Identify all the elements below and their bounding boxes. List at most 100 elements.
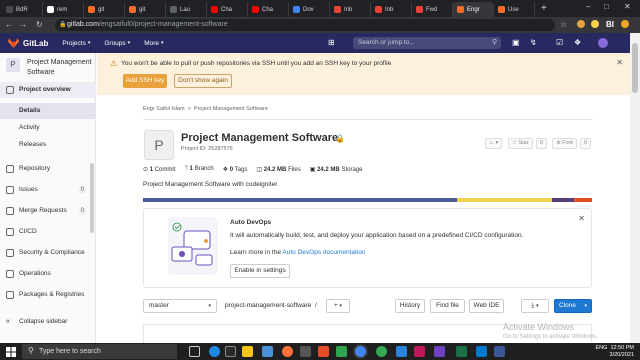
merge-request-icon[interactable]: ↯ (530, 38, 537, 47)
notification-bell-button[interactable]: ♨ ▾ (485, 138, 503, 149)
app-icon[interactable] (318, 346, 329, 357)
breadcrumb-owner[interactable]: Engr Saiful Islam (143, 106, 185, 112)
new-tab-button[interactable]: + (535, 2, 553, 17)
gitlab-logo-icon[interactable] (8, 38, 19, 48)
close-icon[interactable]: ✕ (578, 214, 585, 223)
app-icon[interactable] (262, 346, 273, 357)
app-icon[interactable] (434, 346, 445, 357)
download-dropdown[interactable]: ⤓ ▾ (521, 299, 549, 313)
language-bar-segment[interactable] (143, 198, 458, 202)
collapse-sidebar-button[interactable]: « Collapse sidebar (0, 314, 96, 330)
sidebar-project-name[interactable]: Project Management Software (27, 58, 93, 78)
sidebar-item-activity[interactable]: Activity (0, 120, 96, 136)
app-icon[interactable] (494, 346, 505, 357)
clone-button[interactable]: Clone ▾ (554, 299, 592, 313)
tags-stat[interactable]: ❖ 0 Tags (223, 166, 248, 173)
project-avatar[interactable]: P (6, 58, 20, 72)
edge-icon[interactable] (209, 346, 220, 357)
app-icon[interactable] (414, 346, 425, 357)
bi-extension-icon[interactable]: BI (606, 20, 614, 29)
user-avatar[interactable] (598, 38, 608, 48)
gitlab-search-input[interactable]: Search or jump to... (353, 37, 501, 49)
issues-icon[interactable]: ▣ (512, 38, 520, 47)
fork-count[interactable]: 0 (580, 138, 592, 149)
excel-icon[interactable] (456, 346, 467, 357)
reload-icon[interactable]: ↻ (36, 20, 43, 29)
commits-stat[interactable]: ⊙ 1 Commit (143, 166, 175, 173)
minimize-icon[interactable]: – (586, 2, 590, 11)
app-icon[interactable] (376, 346, 387, 357)
sidebar-item-operations[interactable]: Operations (0, 266, 96, 282)
branches-stat[interactable]: ᛉ 1 Branch (184, 166, 213, 173)
todo-icon[interactable]: ☑ (556, 38, 563, 47)
sidebar-item-project-overview[interactable]: Project overview (0, 82, 96, 98)
browser-tab[interactable]: Inb (330, 2, 371, 17)
browser-tab[interactable]: rem (43, 2, 84, 17)
star-count[interactable]: 0 (536, 138, 548, 149)
close-window-icon[interactable]: ✕ (624, 2, 631, 11)
enable-in-settings-button[interactable]: Enable in settings (230, 264, 290, 278)
files-stat[interactable]: ◫ 24.2 MB Files (256, 166, 300, 173)
dont-show-again-button[interactable]: Don't show again (174, 74, 232, 88)
language-bar-segment[interactable] (574, 198, 592, 202)
back-icon[interactable]: ← (5, 20, 13, 29)
history-button[interactable]: History (395, 299, 425, 313)
forward-icon[interactable]: → (19, 20, 27, 29)
browser-tab[interactable]: git (125, 2, 166, 17)
browser-tab[interactable]: Lau (166, 2, 207, 17)
system-tray[interactable]: ENG 12:50 PM 3/20/2021 (595, 345, 634, 359)
task-view-icon[interactable] (189, 346, 200, 357)
star-button[interactable]: ☆ Star (508, 138, 533, 149)
browser-tab[interactable]: Inb (371, 2, 412, 17)
storage-stat[interactable]: ▣ 24.2 MB Storage (310, 166, 363, 173)
sidebar-item-packages-registries[interactable]: Packages & Registries (0, 287, 96, 303)
sidebar-item-issues[interactable]: Issues 0 (0, 182, 96, 198)
profile-avatar-icon[interactable] (621, 20, 629, 28)
sidebar-item-repository[interactable]: Repository (0, 161, 96, 177)
branch-selector[interactable]: master ▾ (143, 299, 217, 313)
fork-button[interactable]: ⋔ Fork (552, 138, 578, 149)
nav-projects[interactable]: Projects (62, 40, 85, 47)
auto-devops-docs-link[interactable]: Auto DevOps documentation (282, 249, 365, 256)
browser-tab[interactable]: Engr (453, 2, 494, 17)
vscode-icon[interactable] (476, 346, 487, 357)
gitlab-brand[interactable]: GitLab (23, 39, 48, 48)
close-icon[interactable]: ✕ (616, 58, 623, 67)
nav-groups[interactable]: Groups (104, 40, 125, 47)
sidebar-item-ci-cd[interactable]: CI/CD (0, 224, 96, 240)
add-to-tree-dropdown[interactable]: + ▾ (326, 299, 350, 313)
sidebar-item-security-compliance[interactable]: Security & Compliance (0, 245, 96, 261)
windows-start-icon[interactable] (6, 347, 16, 357)
chrome-icon[interactable] (355, 346, 366, 357)
sidebar-item-merge-requests[interactable]: Merge Requests 0 (0, 203, 96, 219)
extension-icon[interactable] (577, 20, 585, 28)
web-ide-button[interactable]: Web IDE (469, 299, 504, 313)
sidebar-item-releases[interactable]: Releases (0, 137, 96, 153)
find-file-button[interactable]: Find file (430, 299, 465, 313)
app-icon[interactable] (396, 346, 407, 357)
sidebar-item-details[interactable]: Details (0, 103, 96, 119)
store-icon[interactable] (225, 346, 236, 357)
taskbar-search-input[interactable]: Type here to search (22, 344, 177, 359)
language-bar-segment[interactable] (457, 198, 552, 202)
app-icon[interactable] (336, 346, 347, 357)
page-scrollbar[interactable] (630, 33, 640, 343)
browser-tab[interactable]: BdR (2, 2, 43, 17)
help-icon[interactable]: ❖ (574, 38, 581, 47)
browser-tab[interactable]: git (84, 2, 125, 17)
breadcrumb-project[interactable]: Project Management Software (194, 106, 268, 112)
browser-tab[interactable]: Fwd (412, 2, 453, 17)
language-indicator[interactable]: ENG (595, 345, 607, 351)
app-icon[interactable] (300, 346, 311, 357)
sidebar-scrollbar[interactable] (90, 163, 94, 233)
nav-more[interactable]: More (144, 40, 159, 47)
browser-tab[interactable]: Dov (289, 2, 330, 17)
plus-square-icon[interactable]: ⊞ (328, 38, 335, 47)
firefox-icon[interactable] (282, 346, 293, 357)
file-explorer-icon[interactable] (242, 346, 253, 357)
bookmark-star-icon[interactable]: ☆ (560, 20, 567, 29)
url-bar[interactable]: 🔒 gitlab.com/engsaiful0/project-manageme… (55, 19, 555, 31)
maximize-icon[interactable]: □ (604, 2, 609, 11)
extension-icon[interactable] (591, 20, 599, 28)
repo-path-name[interactable]: project-management-software (225, 302, 311, 309)
